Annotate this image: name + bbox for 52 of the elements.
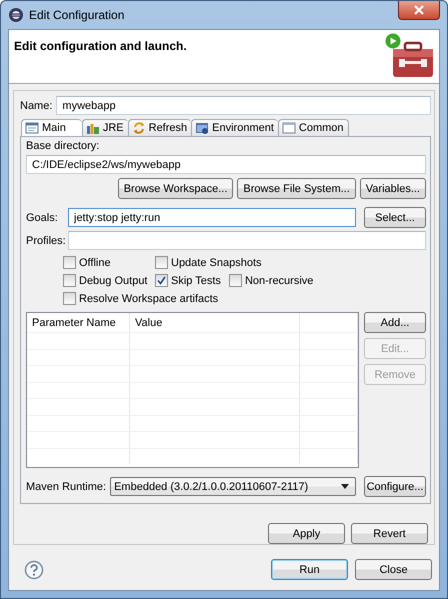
base-directory-label: Base directory: [26,140,100,152]
checkbox-option[interactable]: Update Snapshots [155,256,262,269]
checkbox[interactable] [63,274,76,287]
browse-button[interactable]: Variables... [360,178,426,199]
checkbox-option[interactable]: Non-recursive [228,274,314,287]
refresh-icon [132,121,146,135]
name-label: Name: [20,100,52,112]
maven-runtime-dropdown[interactable]: Embedded (3.0.2/1.0.0.20110607-2117) [110,477,356,496]
browse-button[interactable]: Browse Workspace... [118,178,234,199]
name-field[interactable]: mywebapp [56,96,431,115]
tab[interactable]: Refresh [128,119,192,136]
browse-button[interactable]: Browse File System... [237,178,356,199]
checkbox[interactable] [63,256,76,269]
base-directory-field[interactable]: C:/IDE/eclipse2/ws/mywebapp [26,155,426,174]
dialog-button[interactable]: Run [271,559,348,580]
checkbox-option[interactable]: Offline [63,256,155,269]
checkbox[interactable] [228,274,242,287]
toolbox-icon [385,33,435,79]
window-icon [282,121,296,135]
help-icon[interactable] [24,560,44,580]
eclipse-icon [8,7,24,23]
tab[interactable]: JRE [82,119,128,136]
panel-button[interactable]: Revert [351,523,428,544]
header-title: Edit configuration and launch. [14,39,187,55]
configure-button[interactable]: Configure... [364,476,426,497]
checkbox[interactable] [155,256,168,269]
dialog-button[interactable]: Close [355,559,432,580]
window-title: Edit Configuration [29,8,124,22]
tab[interactable]: Main [21,119,82,136]
profiles-field[interactable] [68,231,426,250]
maven-runtime-label: Maven Runtime: [26,480,106,492]
close-icon [413,5,425,15]
books-icon [86,121,100,135]
panel-button[interactable]: Apply [268,523,345,544]
checkbox-option[interactable]: Debug Output [63,274,155,287]
tab[interactable]: Environment [191,119,278,136]
checkbox[interactable] [155,274,168,287]
window-icon [25,121,39,135]
checkbox-option[interactable]: Skip Tests [155,274,221,287]
tab[interactable]: Common [278,119,349,136]
select-button[interactable]: Select... [364,207,426,228]
profiles-label: Profiles: [26,234,64,246]
table-button[interactable]: Add... [364,312,426,333]
environment-icon [195,121,210,135]
close-button[interactable] [398,1,440,20]
goals-label: Goals: [26,212,59,224]
column-header[interactable]: Value [130,313,300,332]
dropdown-arrow-icon [341,484,349,489]
checkbox[interactable] [63,292,76,305]
column-header[interactable]: Parameter Name [27,313,130,332]
checkbox-option[interactable]: Resolve Workspace artifacts [63,292,218,305]
goals-field[interactable]: jetty:stop jetty:run [68,208,356,227]
